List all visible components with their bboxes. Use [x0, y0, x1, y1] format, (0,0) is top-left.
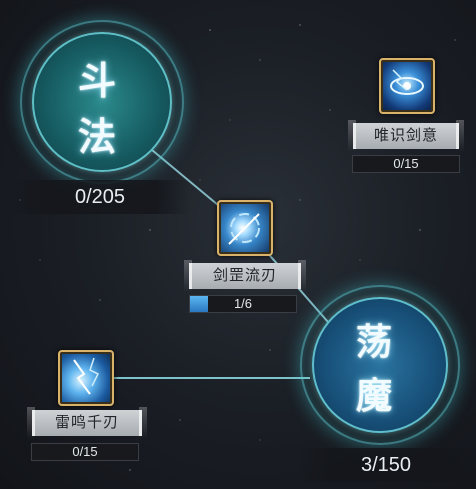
node-char-2: 法	[78, 114, 117, 159]
skill-progress-leiming: 0/15	[31, 443, 139, 461]
node-char-1: 荡	[356, 321, 393, 363]
skill-progress-jianzhao: 1/6	[189, 295, 297, 313]
skill-label-leiming: 雷鸣千刃	[27, 407, 147, 439]
talent-node-doufa[interactable]: 斗 法	[20, 20, 184, 184]
progress-text: 0/15	[393, 156, 419, 171]
progress-fill	[190, 296, 208, 312]
skill-progress-weishi: 0/15	[352, 155, 460, 173]
node-count-dangmo: 3/150	[296, 448, 476, 482]
progress-text: 1/6	[233, 296, 253, 311]
node-char-1: 斗	[78, 58, 117, 103]
skill-label-weishi: 唯识剑意	[348, 120, 464, 152]
node-count-doufa: 0/205	[10, 180, 190, 214]
node-char-2: 魔	[356, 375, 393, 417]
sword-gale-glyph	[228, 213, 260, 245]
thunder-blades-glyph	[73, 357, 100, 395]
eye-lightning-icon[interactable]	[379, 58, 435, 114]
sword-gale-icon[interactable]	[217, 200, 273, 256]
eye-lightning-glyph	[390, 69, 424, 95]
thunder-blades-icon[interactable]	[58, 350, 114, 406]
skill-label-jianzhao: 剑罡流刃	[184, 260, 306, 292]
talent-node-dangmo[interactable]: 荡 魔	[300, 285, 464, 449]
progress-text: 0/15	[72, 444, 98, 459]
